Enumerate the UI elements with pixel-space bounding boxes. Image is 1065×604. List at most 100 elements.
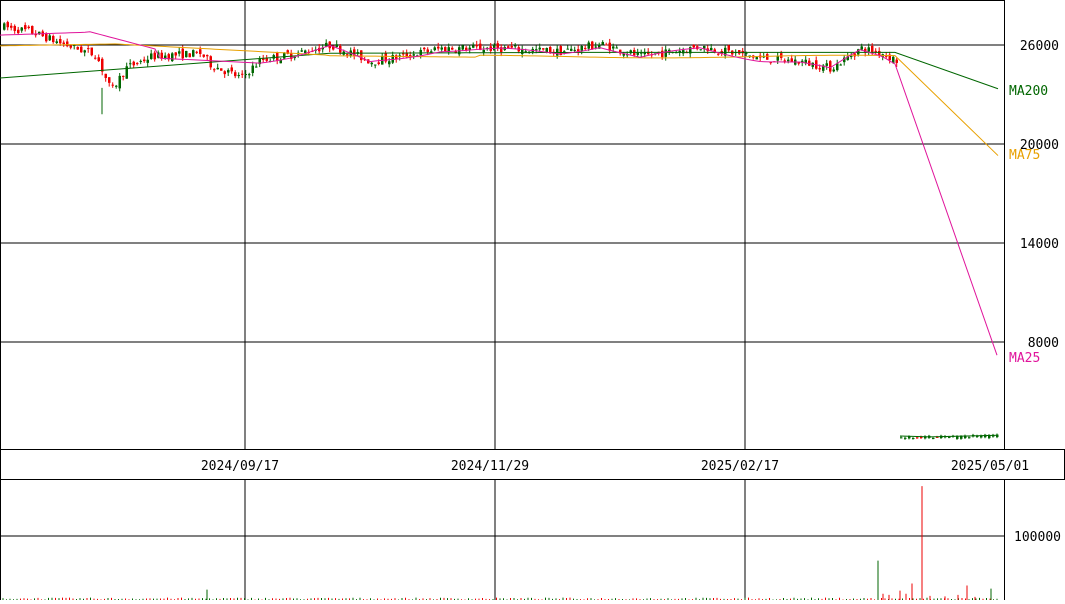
candlestick-body — [3, 23, 6, 30]
candlestick-body — [510, 46, 513, 48]
price-panel: 2600020000140008000MA200MA75MA25 — [0, 0, 1059, 450]
candlestick-body — [164, 55, 167, 59]
candlestick-body — [52, 35, 55, 43]
candlestick-body — [587, 42, 590, 49]
candlestick-body — [451, 47, 454, 50]
ma-legend-label: MA75 — [1009, 148, 1040, 163]
candlestick-body — [818, 68, 821, 70]
candlestick-body — [727, 45, 730, 51]
candlestick-body — [496, 43, 499, 49]
candlestick-body — [412, 54, 415, 56]
candlestick-body — [174, 52, 177, 56]
candlestick-body — [878, 50, 881, 56]
candlestick-body — [300, 50, 303, 52]
candlestick-body — [524, 51, 527, 53]
candlestick-body — [594, 46, 597, 48]
candlestick-body — [129, 63, 132, 65]
date-tick-label: 2025/02/17 — [701, 459, 779, 474]
stock-chart: 26000 20000 14000 8000 MA200 MA75 MA25 2024/09… — [0, 0, 1065, 601]
candlestick-body — [90, 47, 93, 56]
candlestick-body — [699, 49, 702, 51]
candlestick-body — [101, 58, 104, 72]
candlestick-body — [968, 437, 971, 439]
candlestick-body — [573, 49, 576, 51]
candlestick-body — [577, 49, 580, 52]
candlestick-body — [45, 33, 48, 42]
candlestick-body — [108, 77, 111, 83]
candlestick-body — [188, 53, 191, 58]
date-tick-label: 2025/05/01 — [951, 459, 1029, 474]
candlestick-body — [377, 62, 380, 65]
candlestick-body — [304, 50, 307, 53]
candlestick-body — [850, 56, 853, 58]
chart-canvas: 2600020000140008000MA200MA75MA25 2024/09… — [0, 0, 1065, 601]
candlestick-body — [507, 46, 510, 49]
candlestick-body — [234, 72, 237, 77]
candlestick-body — [248, 74, 251, 76]
candlestick-body — [916, 437, 919, 439]
candlestick-body — [255, 66, 258, 68]
candlestick-body — [692, 44, 695, 48]
candlestick-body — [115, 85, 118, 87]
candlestick-body — [27, 26, 30, 28]
volume-panel-frame — [0, 479, 1005, 601]
candlestick-body — [538, 47, 541, 50]
candlestick-body — [710, 47, 713, 51]
candlestick-body — [423, 47, 426, 50]
candlestick-body — [160, 52, 163, 59]
candlestick-body — [104, 73, 107, 78]
volume-panel: 100000 — [0, 479, 1061, 601]
candlestick-body — [241, 73, 244, 75]
candlestick-body — [192, 50, 195, 57]
candlestick-body — [860, 46, 863, 50]
candlestick-body — [787, 59, 790, 62]
candlestick-body — [664, 49, 667, 57]
candlestick-body — [80, 46, 83, 53]
candlestick-body — [230, 67, 233, 72]
candlestick-body — [682, 50, 685, 54]
candlestick-body — [545, 47, 548, 53]
candlestick-body — [181, 48, 184, 59]
candlestick-body — [566, 48, 569, 50]
candlestick-body — [832, 69, 835, 72]
candlestick-body — [69, 45, 72, 48]
candlestick-body — [895, 59, 898, 63]
price-tick-label: 26000 — [1020, 39, 1059, 54]
candlestick-body — [703, 45, 706, 49]
candlestick-body — [514, 45, 517, 47]
candlestick-body — [493, 44, 496, 51]
candlestick-body — [900, 437, 903, 439]
candlestick-body — [829, 61, 832, 72]
candlestick-body — [132, 61, 135, 66]
price-panel-frame — [0, 0, 1005, 450]
date-axis-frame — [0, 449, 1065, 480]
candlestick-body — [783, 60, 786, 62]
candlestick-body — [580, 45, 583, 51]
candlestick-body — [601, 42, 604, 45]
candlestick-body — [346, 54, 349, 56]
volume-bars — [2, 486, 998, 600]
candlestick-body — [24, 25, 27, 30]
candlestick-body — [755, 57, 758, 60]
volume-tick-label: 100000 — [1014, 530, 1061, 545]
candlestick-body — [251, 65, 254, 74]
candlestick-body — [17, 29, 20, 34]
candlestick-body — [216, 67, 219, 70]
candlestick-body — [388, 61, 391, 65]
candlestick-body — [87, 48, 90, 50]
candlestick-body — [13, 25, 16, 31]
moving-average-lines — [0, 31, 999, 438]
ma-legend-label: MA25 — [1009, 351, 1040, 366]
candlestick-body — [717, 53, 720, 55]
candlestick-body — [97, 57, 100, 62]
candlestick-body — [867, 47, 870, 52]
candlestick-body — [960, 436, 963, 439]
candlestick-body — [122, 75, 125, 77]
candlestick-body — [932, 438, 935, 440]
candlestick-body — [461, 45, 464, 50]
candlestick-body — [118, 75, 121, 89]
candlestick-body — [370, 62, 373, 65]
candlestick-body — [871, 45, 874, 53]
candlestick-series — [3, 20, 999, 440]
candlestick-body — [150, 53, 153, 59]
